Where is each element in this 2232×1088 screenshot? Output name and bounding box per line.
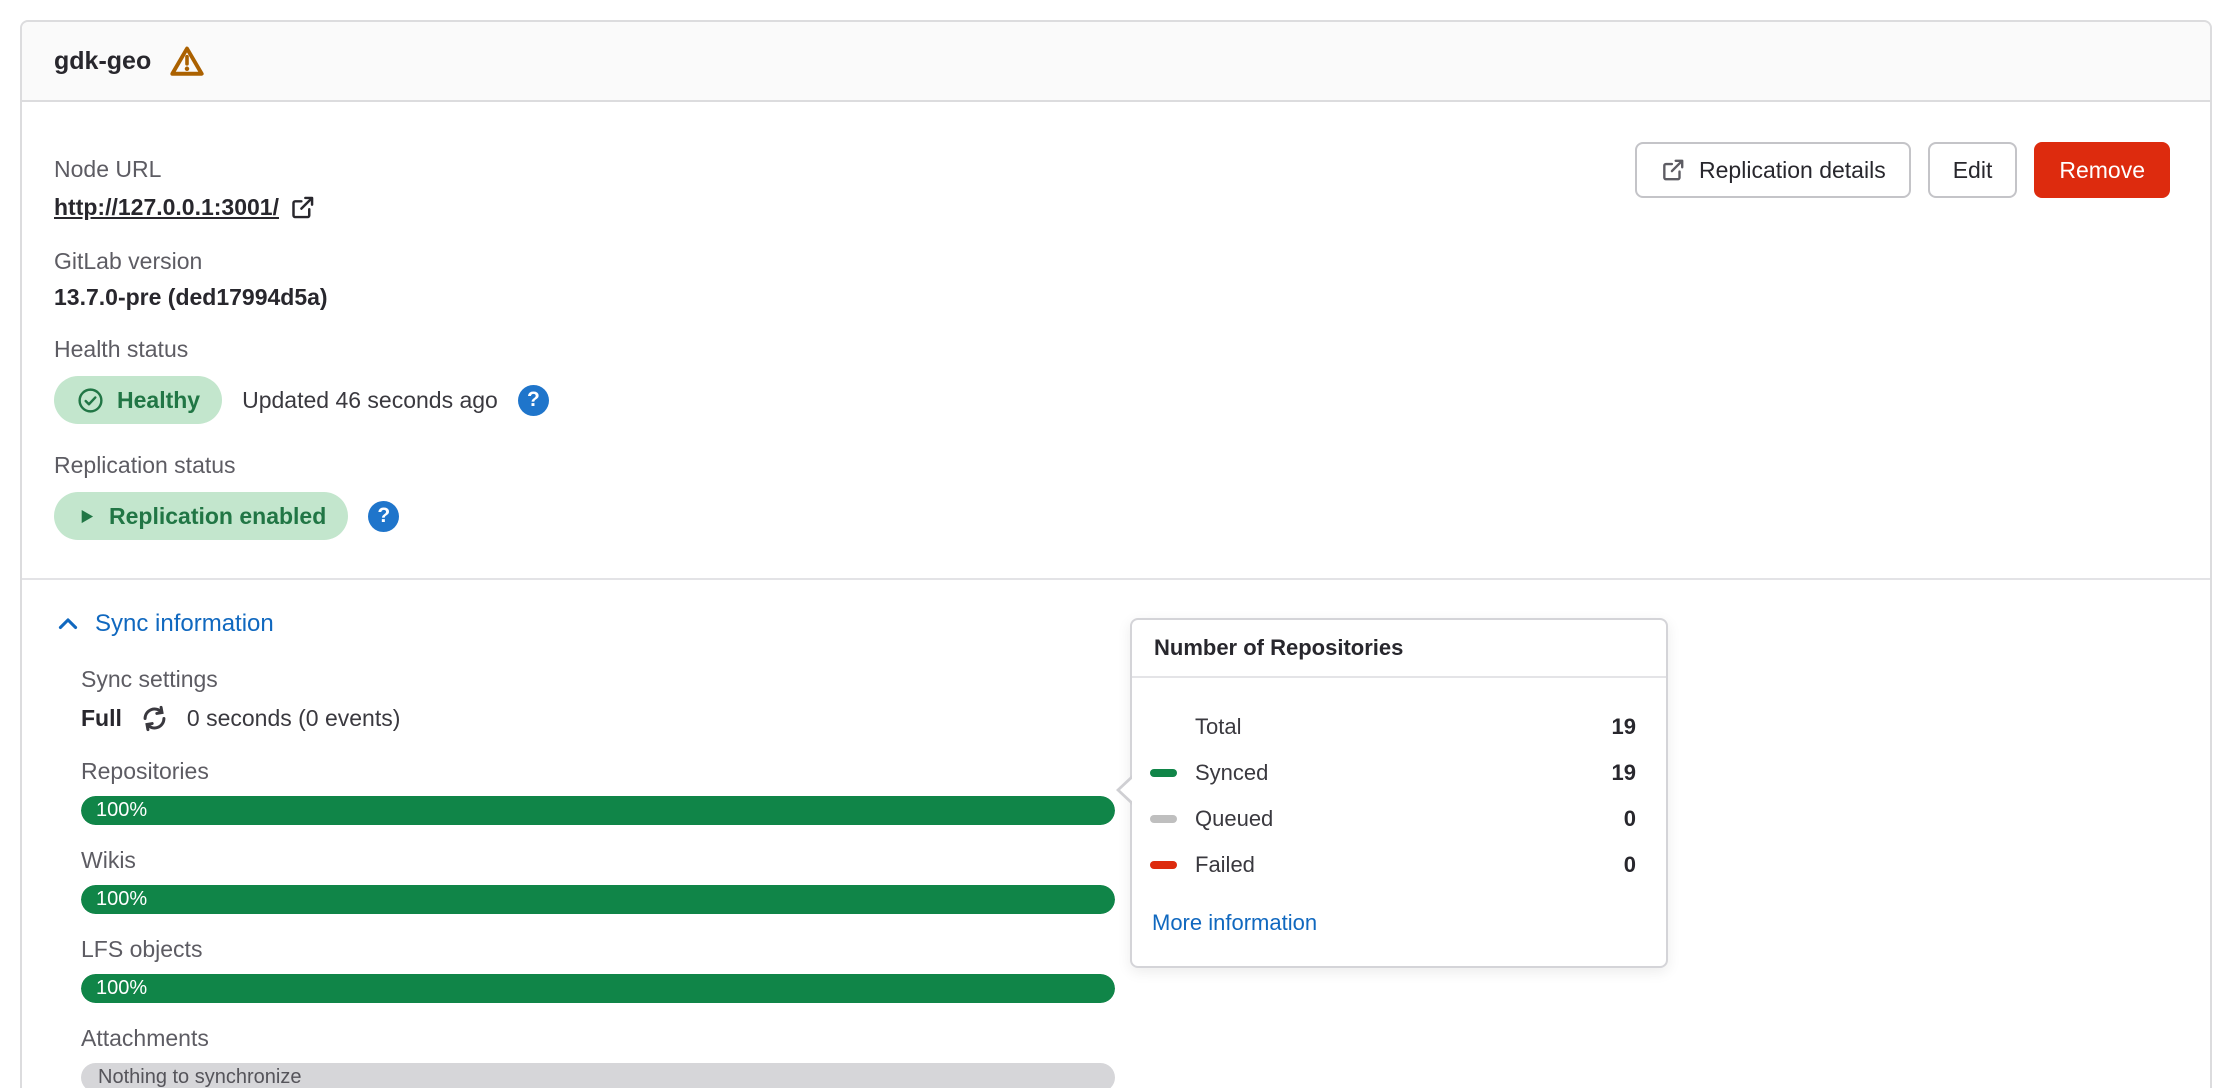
popover-row-value: 0 — [1624, 852, 1636, 878]
replication-badge: Replication enabled — [54, 492, 348, 540]
sync-item-label: Wikis — [81, 845, 2170, 875]
popover-row-queued: Queued 0 — [1150, 796, 1636, 842]
progress-bar-lfs-objects: 100% — [81, 974, 1115, 1003]
health-status-row: Healthy Updated 46 seconds ago ? — [54, 376, 2170, 424]
popover-row-label: Total — [1195, 714, 1241, 740]
progress-fill: 100% — [81, 796, 1115, 825]
sync-content: Sync settings Full 0 seconds (0 events) … — [81, 664, 2170, 1088]
replication-badge-label: Replication enabled — [109, 503, 326, 530]
retry-icon — [139, 703, 170, 734]
popover-row-failed: Failed 0 — [1150, 842, 1636, 888]
chevron-up-icon — [54, 610, 82, 638]
health-updated-text: Updated 46 seconds ago — [242, 387, 498, 414]
health-status-label: Health status — [54, 334, 2170, 364]
progress-bar-repositories: 100% — [81, 796, 1115, 825]
edit-button[interactable]: Edit — [1928, 142, 2018, 198]
sync-information-toggle[interactable]: Sync information — [54, 610, 274, 638]
help-icon[interactable]: ? — [518, 385, 549, 416]
edit-label: Edit — [1953, 157, 1993, 184]
sync-settings-detail: 0 seconds (0 events) — [187, 705, 401, 732]
popover-row-label: Synced — [1195, 760, 1268, 786]
legend-dash-failed — [1150, 861, 1177, 869]
help-icon[interactable]: ? — [368, 501, 399, 532]
progress-empty-text: Nothing to synchronize — [81, 1063, 1115, 1088]
popover-row-label: Failed — [1195, 852, 1255, 878]
geo-node-card: gdk-geo Replication details — [20, 20, 2212, 1088]
node-actions: Replication details Edit Remove — [1635, 142, 2170, 198]
popover-row-value: 19 — [1612, 714, 1636, 740]
health-badge: Healthy — [54, 376, 222, 424]
remove-label: Remove — [2059, 157, 2145, 184]
sync-section: Sync information Sync settings Full 0 se… — [22, 580, 2210, 1088]
external-link-icon — [289, 194, 316, 221]
node-details-section: Replication details Edit Remove Node URL… — [22, 102, 2210, 580]
sync-item-label: LFS objects — [81, 934, 2170, 964]
progress-fill: 100% — [81, 974, 1115, 1003]
node-title: gdk-geo — [54, 47, 151, 76]
remove-button[interactable]: Remove — [2034, 142, 2170, 198]
repositories-popover: Number of Repositories Total 19 Synced 1… — [1130, 618, 1668, 968]
popover-row-value: 19 — [1612, 760, 1636, 786]
gitlab-version-label: GitLab version — [54, 246, 2170, 276]
progress-bar-wikis: 100% — [81, 885, 1115, 914]
replication-status-row: Replication enabled ? — [54, 492, 2170, 540]
node-url-text: http://127.0.0.1:3001/ — [54, 194, 279, 221]
sync-item-label: Attachments — [81, 1023, 2170, 1053]
popover-row-label: Queued — [1195, 806, 1273, 832]
progress-fill: 100% — [81, 885, 1115, 914]
more-information-link[interactable]: More information — [1152, 910, 1317, 936]
popover-row-total: Total 19 — [1150, 704, 1636, 750]
replication-status-label: Replication status — [54, 450, 2170, 480]
health-badge-label: Healthy — [117, 387, 200, 414]
card-header: gdk-geo — [22, 22, 2210, 102]
check-circle-icon — [76, 386, 105, 415]
legend-dash-synced — [1150, 769, 1177, 777]
sync-settings-label: Sync settings — [81, 664, 2170, 694]
node-url-link[interactable]: http://127.0.0.1:3001/ — [54, 194, 316, 221]
sync-settings-mode: Full — [81, 705, 122, 732]
progress-bar-attachments: Nothing to synchronize — [81, 1063, 1115, 1088]
replication-details-label: Replication details — [1699, 157, 1886, 184]
replication-details-button[interactable]: Replication details — [1635, 142, 1911, 198]
popover-title: Number of Repositories — [1132, 620, 1666, 678]
play-icon — [76, 506, 97, 527]
sync-information-label: Sync information — [95, 610, 274, 638]
external-link-icon — [1660, 157, 1686, 183]
legend-dash — [1150, 723, 1177, 731]
popover-row-synced: Synced 19 — [1150, 750, 1636, 796]
warning-icon — [169, 45, 205, 77]
gitlab-version-value: 13.7.0-pre (ded17994d5a) — [54, 282, 2170, 312]
popover-row-value: 0 — [1624, 806, 1636, 832]
popover-body: Total 19 Synced 19 Queued 0 Failed 0 Mor… — [1132, 678, 1666, 966]
legend-dash-queued — [1150, 815, 1177, 823]
sync-settings-row: Full 0 seconds (0 events) — [81, 700, 2170, 736]
